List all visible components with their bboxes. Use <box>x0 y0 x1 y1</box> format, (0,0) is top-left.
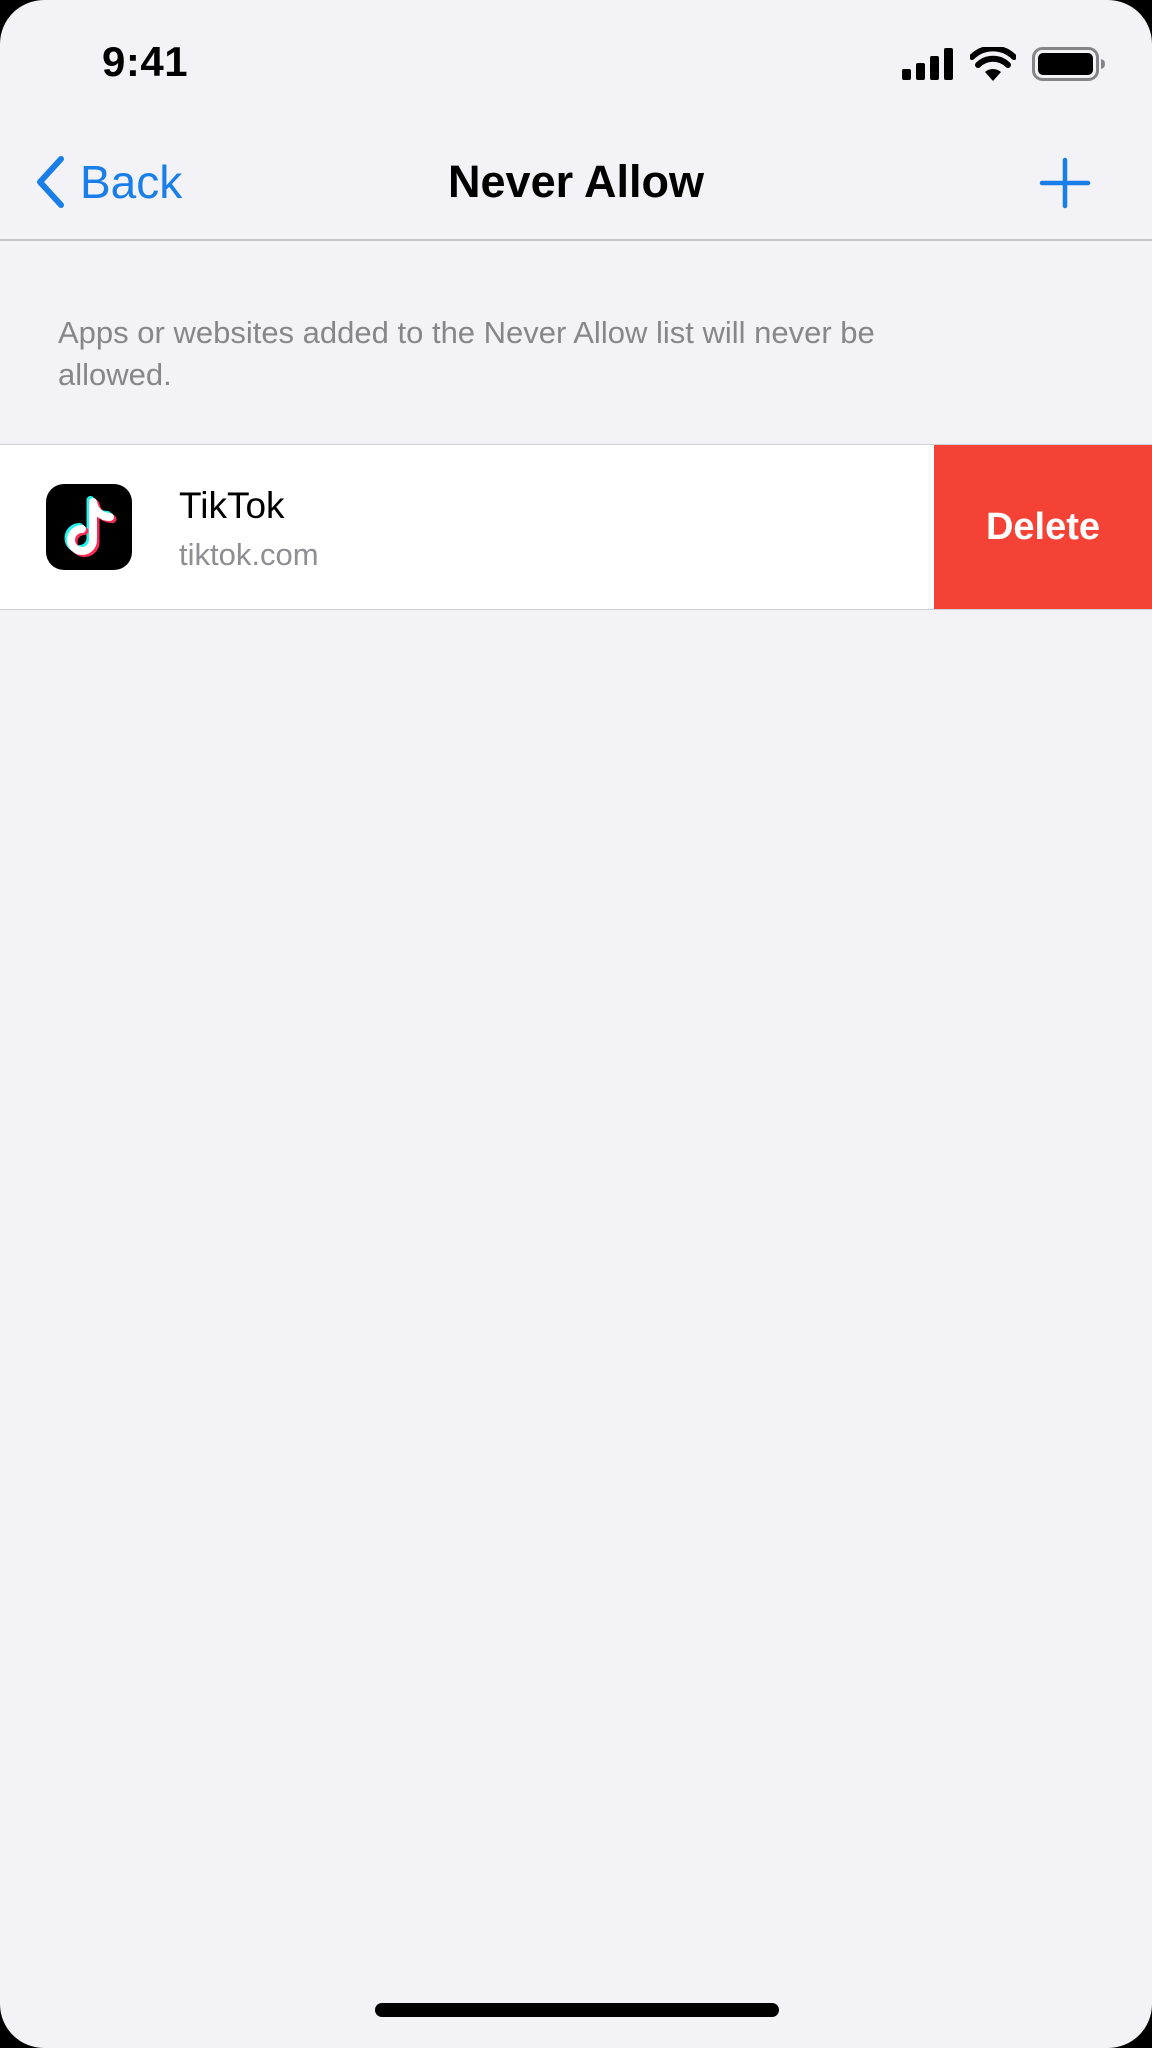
delete-button[interactable]: Delete <box>934 445 1152 609</box>
app-domain: tiktok.com <box>179 537 319 572</box>
page-title: Never Allow <box>448 156 704 207</box>
never-allow-list: TikTok tiktok.com Delete <box>0 444 1152 610</box>
status-bar: 9:41 <box>0 0 1152 120</box>
cellular-signal-icon <box>902 48 953 80</box>
home-indicator[interactable] <box>375 2003 779 2017</box>
status-icons <box>902 44 1106 84</box>
wifi-icon <box>970 47 1016 81</box>
section-description: Apps or websites added to the Never Allo… <box>58 315 875 392</box>
tiktok-app-icon <box>46 484 132 570</box>
status-time: 9:41 <box>102 38 189 85</box>
screen: 9:41 Back Never Allow Apps or websites a… <box>0 0 1152 2048</box>
navigation-bar: Back Never Allow <box>0 120 1152 241</box>
list-item[interactable]: TikTok tiktok.com <box>0 445 934 609</box>
app-name: TikTok <box>179 485 285 526</box>
add-icon[interactable] <box>1038 156 1092 210</box>
tiktok-logo-icon <box>64 496 117 557</box>
battery-icon <box>1032 47 1105 81</box>
